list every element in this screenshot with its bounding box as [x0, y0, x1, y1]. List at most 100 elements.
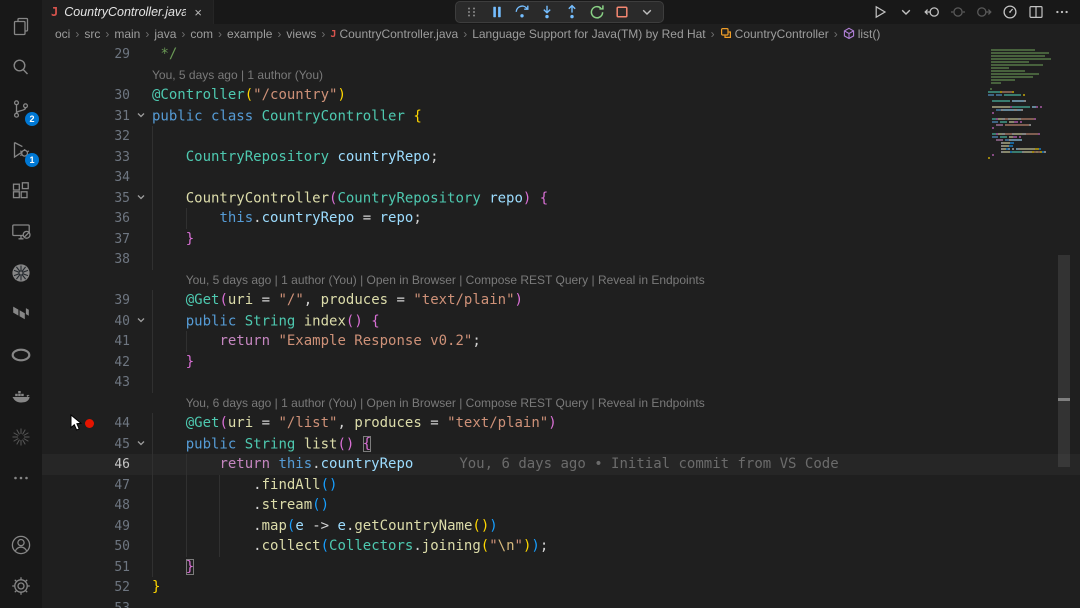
fold-chevron-icon[interactable] [130, 311, 152, 332]
line-number[interactable]: 41 [42, 332, 130, 353]
close-icon[interactable]: × [192, 5, 204, 20]
split-editor-button[interactable] [1028, 4, 1044, 20]
line-number[interactable]: 48 [42, 496, 130, 517]
minimap[interactable] [988, 49, 1064, 163]
line-number[interactable]: 39 [42, 291, 130, 312]
line-number[interactable]: 38 [42, 250, 130, 271]
code-line-35[interactable]: 35 CountryController(CountryRepository r… [42, 188, 1080, 209]
line-number[interactable]: 51 [42, 558, 130, 579]
line-number[interactable]: 52 [42, 578, 130, 599]
line-number[interactable]: 30 [42, 86, 130, 107]
code-line-34[interactable]: 34 [42, 167, 1080, 188]
code-line-32[interactable]: 32 [42, 126, 1080, 147]
line-number[interactable]: 40 [42, 312, 130, 333]
line-number[interactable]: 49 [42, 517, 130, 538]
step-out-button[interactable] [564, 4, 580, 20]
activity-bar-item-source-control[interactable]: 2 [0, 88, 42, 129]
fold-chevron-icon[interactable] [130, 106, 152, 127]
line-number[interactable]: 29 [42, 45, 130, 66]
code-line-45[interactable]: 45 public String list() { [42, 434, 1080, 455]
line-number[interactable]: 32 [42, 127, 130, 148]
activity-bar-item-remote-explorer[interactable] [0, 211, 42, 252]
activity-bar-item-additional-views[interactable] [0, 457, 42, 498]
activity-bar-item-extensions[interactable] [0, 170, 42, 211]
line-number[interactable]: 46 [42, 455, 130, 476]
code-line-53[interactable]: 53 [42, 598, 1080, 608]
pause-button[interactable] [489, 4, 505, 20]
activity-bar-item-search[interactable] [0, 47, 42, 88]
code-line-49[interactable]: 49 .map(e -> e.getCountryName()) [42, 516, 1080, 537]
line-number[interactable]: 34 [42, 168, 130, 189]
line-number[interactable]: 31 [42, 107, 130, 128]
step-into-button[interactable] [539, 4, 555, 20]
code-line-44[interactable]: 44 @Get(uri = "/list", produces = "text/… [42, 413, 1080, 434]
line-number[interactable]: 36 [42, 209, 130, 230]
code-line-39[interactable]: 39 @Get(uri = "/", produces = "text/plai… [42, 290, 1080, 311]
line-number[interactable]: 37 [42, 230, 130, 251]
code-line-50[interactable]: 50 .collect(Collectors.joining("\n")); [42, 536, 1080, 557]
line-number[interactable]: 53 [42, 599, 130, 608]
code-line-33[interactable]: 33 CountryRepository countryRepo; [42, 147, 1080, 168]
breadcrumb-item-java[interactable]: java [154, 27, 176, 41]
activity-bar-item-terraform[interactable] [0, 293, 42, 334]
debug-more-button[interactable] [639, 4, 655, 20]
fold-chevron-icon[interactable] [130, 434, 152, 455]
vertical-scrollbar[interactable] [1058, 255, 1070, 467]
drag-handle[interactable] [464, 4, 480, 20]
code-line-51[interactable]: 51 } [42, 557, 1080, 578]
code-line-30[interactable]: 30@Controller("/country") [42, 85, 1080, 106]
code-line-37[interactable]: 37 } [42, 229, 1080, 250]
code-line-29[interactable]: 29 */ [42, 44, 1080, 65]
step-over-button[interactable] [514, 4, 530, 20]
fold-chevron-icon[interactable] [130, 188, 152, 209]
line-number[interactable]: 35 [42, 189, 130, 210]
line-number[interactable]: 50 [42, 537, 130, 558]
code-line-52[interactable]: 52} [42, 577, 1080, 598]
code-line-38[interactable]: 38 [42, 249, 1080, 270]
breadcrumb-item-main[interactable]: main [114, 27, 140, 41]
activity-bar-item-starburst[interactable] [0, 416, 42, 457]
run-dropdown-button[interactable] [898, 4, 914, 20]
breadcrumb-item-src[interactable]: src [84, 27, 100, 41]
activity-bar-item-docker[interactable] [0, 375, 42, 416]
breadcrumb-item-list[interactable]: list() [843, 27, 881, 42]
breadcrumb-item-com[interactable]: com [190, 27, 213, 41]
code-editor[interactable]: 29 */You, 5 days ago | 1 author (You)30@… [42, 44, 1080, 608]
line-number[interactable]: 45 [42, 435, 130, 456]
breadcrumb-item-oci[interactable]: oci [55, 27, 70, 41]
code-line-46[interactable]: 46 return this.countryRepoYou, 6 days ag… [42, 454, 1080, 475]
debug-backward-icon[interactable] [924, 4, 940, 20]
tab-countrycontroller[interactable]: J CountryController.java × [42, 0, 214, 24]
code-line-43[interactable]: 43 [42, 372, 1080, 393]
line-number[interactable]: 33 [42, 148, 130, 169]
breadcrumb-item-countrycontroller-java[interactable]: JCountryController.java [330, 27, 458, 41]
code-line-48[interactable]: 48 .stream() [42, 495, 1080, 516]
code-line-36[interactable]: 36 this.countryRepo = repo; [42, 208, 1080, 229]
activity-bar-item-manage-settings[interactable] [0, 565, 42, 606]
line-number[interactable]: 42 [42, 353, 130, 374]
breakpoint-dot[interactable] [85, 419, 94, 428]
line-number[interactable]: 43 [42, 373, 130, 394]
activity-bar-item-accounts[interactable] [0, 524, 42, 565]
stop-button[interactable] [614, 4, 630, 20]
activity-bar-item-explorer[interactable] [0, 6, 42, 47]
code-line-40[interactable]: 40 public String index() { [42, 311, 1080, 332]
breadcrumb-item-language-support-for-java-tm-by-red-hat[interactable]: Language Support for Java(TM) by Red Hat [472, 27, 705, 41]
code-line-47[interactable]: 47 .findAll() [42, 475, 1080, 496]
breadcrumb-item-views[interactable]: views [286, 27, 316, 41]
code-line-42[interactable]: 42 } [42, 352, 1080, 373]
activity-bar-item-oci[interactable] [0, 334, 42, 375]
debug-forward-icon[interactable] [976, 4, 992, 20]
debug-pause-icon[interactable] [950, 4, 966, 20]
code-line-41[interactable]: 41 return "Example Response v0.2"; [42, 331, 1080, 352]
breadcrumb-item-countrycontroller[interactable]: CountryController [720, 27, 829, 42]
activity-bar-item-run-and-debug[interactable]: 1 [0, 129, 42, 170]
profile-clock-icon[interactable] [1002, 4, 1018, 20]
line-number[interactable]: 47 [42, 476, 130, 497]
activity-bar-item-kubernetes[interactable] [0, 252, 42, 293]
restart-button[interactable] [589, 4, 605, 20]
code-line-31[interactable]: 31public class CountryController { [42, 106, 1080, 127]
breadcrumb-item-example[interactable]: example [227, 27, 272, 41]
more-actions-button[interactable] [1054, 4, 1070, 20]
run-java-button[interactable] [872, 4, 888, 20]
